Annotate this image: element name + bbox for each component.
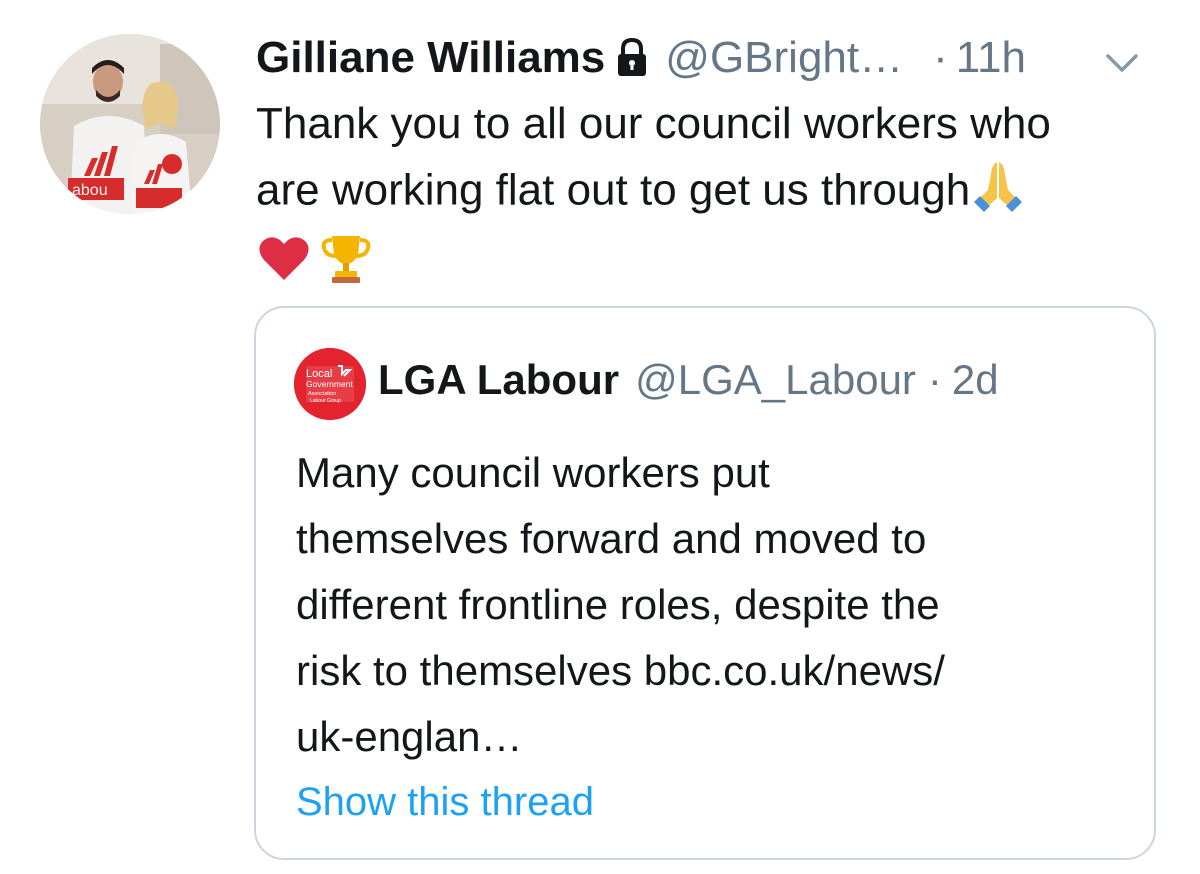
quoted-avatar-logo-line: Association xyxy=(308,391,336,397)
quoted-avatar-logo-line: Government xyxy=(306,379,353,389)
tweet-header: Gilliane Williams @GBright… · 11h xyxy=(256,30,1026,86)
tweet[interactable]: abou Gilliane Williams @GBright… · 11h T… xyxy=(0,0,1200,874)
header-separator: · xyxy=(933,33,948,82)
avatar[interactable]: abou xyxy=(40,34,220,214)
user-handle[interactable]: @GBright… xyxy=(665,33,903,83)
quoted-tweet-card[interactable]: Local Government Association Labour Grou… xyxy=(254,306,1156,860)
quoted-text-line: Many council workers put xyxy=(296,449,770,496)
quoted-timestamp[interactable]: 2d xyxy=(952,356,999,404)
tweet-emoji-line xyxy=(256,230,1176,304)
quoted-avatar-logo-line: Labour Group xyxy=(310,398,341,404)
display-name[interactable]: Gilliane Williams xyxy=(256,33,605,83)
folded-hands-icon xyxy=(970,156,1026,230)
tweet-text-line: are working flat out to get us through xyxy=(256,156,1176,230)
quoted-user-handle[interactable]: @LGA_Labour xyxy=(635,356,916,404)
quoted-avatar[interactable]: Local Government Association Labour Grou… xyxy=(294,348,366,420)
avatar-shirt-text: abou xyxy=(72,182,108,199)
quoted-text-line: uk-englan… xyxy=(296,713,523,760)
quoted-tweet-text: Many council workers put themselves forw… xyxy=(296,440,1136,770)
lga-logo-icon: Local Government Association Labour Grou… xyxy=(294,348,366,420)
quoted-header-separator: · xyxy=(927,356,942,403)
quoted-text-line: themselves forward and moved to xyxy=(296,515,927,562)
quoted-display-name[interactable]: LGA Labour xyxy=(378,356,619,404)
trophy-icon xyxy=(318,230,374,304)
tweet-text-line-content: are working flat out to get us through xyxy=(256,165,971,215)
show-thread-link[interactable]: Show this thread xyxy=(296,780,594,825)
avatar-photo: abou xyxy=(40,34,220,214)
tweet-text-line: Thank you to all our council workers who xyxy=(256,99,1051,148)
tweet-timestamp[interactable]: 11h xyxy=(956,33,1026,83)
quoted-tweet-header: LGA Labour @LGA_Labour · 2d xyxy=(378,352,999,408)
lock-icon xyxy=(615,37,649,79)
chevron-down-icon[interactable] xyxy=(1098,42,1146,82)
tweet-text: Thank you to all our council workers who… xyxy=(256,92,1176,304)
red-heart-icon xyxy=(256,230,312,304)
quoted-text-line: different frontline roles, despite the xyxy=(296,581,940,628)
quoted-text-line: risk to themselves bbc.co.uk/news/ xyxy=(296,647,945,694)
